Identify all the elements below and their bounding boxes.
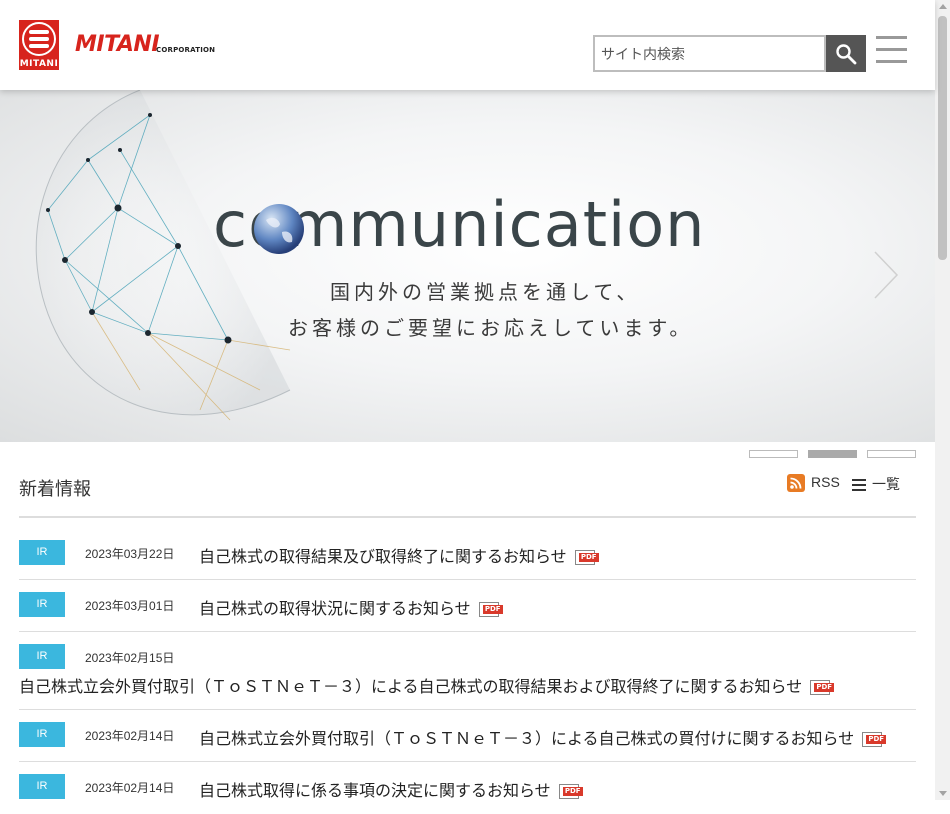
news-list-link[interactable]: 一覧 (852, 474, 900, 494)
category-tag: IR (19, 592, 65, 617)
news-item[interactable]: IR 2023年02月14日 自己株式取得に係る事項の決定に関するお知らせ PDF (19, 774, 916, 814)
pdf-icon: PDF (862, 732, 887, 747)
news-title-link[interactable]: 自己株式取得に係る事項の決定に関するお知らせ PDF (199, 777, 583, 801)
news-title-text: 自己株式立会外買付取引（ＴｏＳＴＮｅＴ－３）による自己株式の買付けに関するお知ら… (199, 729, 855, 748)
logo-wave (29, 30, 49, 34)
hero-subtitle-1: 国内外の営業拠点を通して、 (330, 280, 641, 304)
hero-subtitle-2: お客様のご要望にお応えしています。 (288, 316, 694, 340)
search-button[interactable] (826, 35, 866, 72)
news-date: 2023年02月14日 (85, 781, 175, 795)
category-tag: IR (19, 644, 65, 669)
news-item[interactable]: IR 2023年03月01日 自己株式の取得状況に関するお知らせ PDF (19, 592, 916, 632)
scroll-down-icon[interactable] (939, 791, 947, 796)
search-icon (836, 44, 857, 65)
news-item[interactable]: IR 2023年02月15日 自己株式立会外買付取引（ＴｏＳＴＮｅＴ－３）による… (19, 644, 916, 710)
hamburger-menu-icon[interactable] (876, 36, 907, 64)
list-icon (852, 479, 866, 492)
news-title-link[interactable]: 自己株式の取得結果及び取得終了に関するお知らせ PDF (199, 543, 599, 567)
hero-slider: communication 国内外の営業拠点を通して、 お客様のご要望にお応えし… (0, 90, 935, 442)
logo-mini-text: MITANI (19, 59, 59, 69)
chevron-right-icon[interactable] (872, 250, 900, 300)
news-date: 2023年03月01日 (85, 599, 175, 613)
category-tag: IR (19, 774, 65, 799)
rss-link[interactable]: RSS (787, 474, 840, 493)
news-item[interactable]: IR 2023年02月14日 自己株式立会外買付取引（ＴｏＳＴＮｅＴ－３）による… (19, 722, 916, 762)
pdf-icon: PDF (478, 602, 503, 617)
logo-wave (29, 44, 49, 48)
news-date: 2023年03月22日 (85, 547, 175, 561)
pdf-icon: PDF (574, 550, 599, 565)
category-tag: IR (19, 540, 65, 565)
news-date: 2023年02月14日 (85, 729, 175, 743)
category-tag: IR (19, 722, 65, 747)
news-title-link[interactable]: 自己株式立会外買付取引（ＴｏＳＴＮｅＴ－３）による自己株式の買付けに関するお知ら… (199, 725, 887, 749)
rss-icon (787, 474, 805, 493)
network-globe-illustration (35, 90, 291, 421)
list-label: 一覧 (872, 476, 900, 492)
mitani-logo-mark[interactable]: MITANI (19, 20, 59, 70)
page-scrollbar[interactable] (935, 0, 950, 800)
news-divider (19, 516, 916, 518)
news-title-link[interactable]: 自己株式の取得状況に関するお知らせ PDF (199, 595, 503, 619)
news-title-link[interactable]: 自己株式立会外買付取引（ＴｏＳＴＮｅＴ－３）による自己株式の取得結果および取得終… (19, 673, 835, 697)
news-section-title: 新着情報 (19, 479, 91, 500)
slider-dot-2[interactable] (808, 450, 857, 458)
rss-label: RSS (811, 474, 840, 490)
news-title-text: 自己株式の取得状況に関するお知らせ (199, 599, 471, 618)
globe-icon (254, 204, 304, 254)
news-title-text: 自己株式立会外買付取引（ＴｏＳＴＮｅＴ－３）による自己株式の取得結果および取得終… (19, 677, 803, 696)
logo-wordmark[interactable]: MITANI (75, 32, 160, 57)
news-title-text: 自己株式の取得結果及び取得終了に関するお知らせ (199, 547, 567, 566)
news-item[interactable]: IR 2023年03月22日 自己株式の取得結果及び取得終了に関するお知らせ PD… (19, 540, 916, 580)
site-search-input[interactable] (593, 35, 826, 72)
scroll-up-icon[interactable] (939, 4, 947, 9)
logo-wave (29, 37, 49, 41)
scroll-thumb[interactable] (938, 16, 947, 260)
slider-dot-1[interactable] (749, 450, 798, 458)
site-header: MITANI MITANI CORPORATION (0, 0, 935, 90)
pdf-icon: PDF (810, 680, 835, 695)
news-title-text: 自己株式取得に係る事項の決定に関するお知らせ (199, 781, 551, 800)
slider-dot-3[interactable] (867, 450, 916, 458)
news-date: 2023年02月15日 (85, 651, 175, 665)
logo-corporation: CORPORATION (156, 46, 216, 54)
pdf-icon: PDF (558, 784, 583, 799)
